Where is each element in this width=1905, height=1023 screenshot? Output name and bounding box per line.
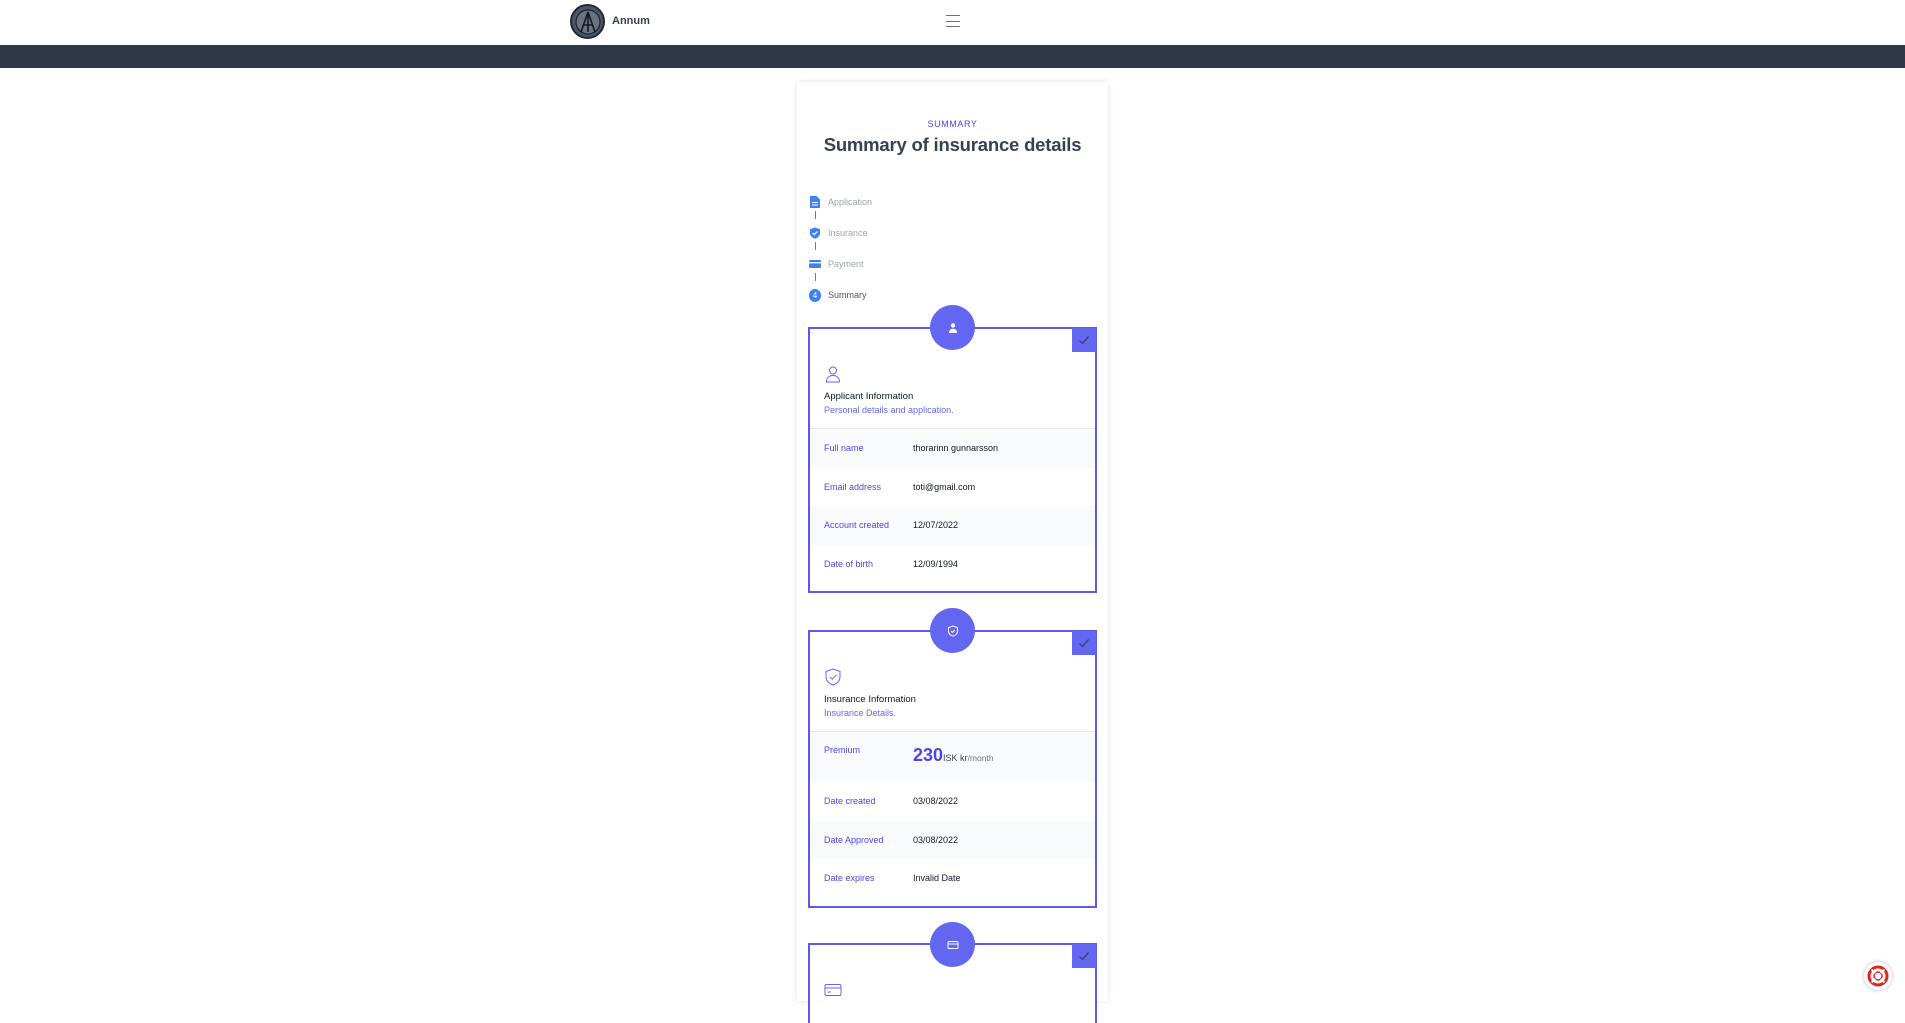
premium-amount: 230	[913, 745, 944, 765]
card-subtitle: Insurance Details.	[824, 708, 897, 718]
credit-card-icon	[809, 258, 821, 270]
step-connector	[814, 273, 816, 281]
lifebuoy-icon	[1867, 965, 1889, 987]
shield-icon	[947, 624, 958, 637]
detail-label: Date created	[824, 796, 876, 807]
header-band	[0, 45, 1905, 68]
step-number-wrap: 4	[809, 288, 821, 302]
check-icon[interactable]	[1072, 631, 1096, 655]
premium-period: /month	[967, 753, 994, 763]
detail-row: Date created 03/08/2022	[810, 782, 1095, 821]
credit-card-outline-icon	[824, 984, 842, 996]
menu-icon[interactable]	[946, 14, 960, 28]
detail-label: Full name	[824, 443, 864, 454]
detail-label: Date Approved	[824, 834, 884, 845]
detail-row: Full name thorarinn gunnarsson	[810, 429, 1095, 468]
step-label: Insurance	[828, 228, 868, 238]
detail-value: 12/09/1994	[913, 558, 959, 569]
document-icon	[809, 196, 821, 208]
detail-label: Date expires	[824, 873, 875, 884]
brand-name[interactable]: Annum	[612, 15, 650, 27]
applicant-badge[interactable]	[930, 305, 975, 350]
detail-label: Account created	[824, 520, 890, 531]
card-title: Applicant Information	[824, 391, 914, 402]
detail-value: 03/08/2022	[913, 796, 959, 807]
step-application[interactable]: Application	[809, 196, 872, 227]
premium-value: 230ISK kr/month	[913, 745, 994, 766]
detail-value: thorarinn gunnarsson	[913, 443, 999, 454]
detail-row: Date of birth 12/09/1994	[810, 545, 1095, 584]
detail-label: Date of birth	[824, 558, 874, 569]
user-icon	[948, 322, 957, 333]
shield-check-icon	[809, 227, 821, 239]
step-label: Summary	[828, 290, 867, 300]
logo-emblem-icon	[575, 9, 600, 34]
credit-card-icon	[947, 940, 958, 949]
shield-check-outline-icon	[825, 668, 841, 686]
step-label: Application	[828, 197, 873, 207]
detail-row: Account created 12/07/2022	[810, 506, 1095, 545]
user-outline-icon	[825, 366, 841, 383]
step-label: Payment	[828, 259, 864, 269]
insurance-badge[interactable]	[930, 608, 975, 653]
detail-value: 03/08/2022	[913, 834, 959, 845]
detail-label: Premium	[824, 745, 861, 755]
help-widget[interactable]	[1864, 962, 1892, 990]
detail-label: Email address	[824, 481, 882, 492]
detail-value: 12/07/2022	[913, 520, 959, 531]
step-payment[interactable]: Payment	[809, 258, 872, 289]
check-icon[interactable]	[1072, 328, 1096, 352]
progress-steps: Application Insurance Payment 4 Summary	[809, 196, 872, 320]
page-title: Summary of insurance details	[823, 134, 1082, 155]
card-title: Insurance Information	[824, 694, 916, 705]
top-navbar: Annum	[0, 0, 1905, 45]
detail-value: Invalid Date	[913, 873, 961, 884]
detail-row: Date expires Invalid Date	[810, 859, 1095, 898]
premium-currency: ISK kr	[943, 753, 968, 763]
step-summary[interactable]: 4 Summary	[809, 288, 872, 320]
detail-row: Email address toti@gmail.com	[810, 468, 1095, 507]
annum-logo[interactable]	[570, 4, 605, 39]
page-eyebrow: SUMMARY	[927, 119, 978, 129]
step-connector	[814, 211, 816, 219]
detail-row: Date Approved 03/08/2022	[810, 820, 1095, 859]
check-icon[interactable]	[1072, 944, 1096, 968]
premium-row: Premium 230ISK kr/month	[810, 732, 1095, 782]
applicant-card: Applicant Information Personal details a…	[808, 327, 1097, 593]
payment-badge[interactable]	[930, 922, 975, 967]
step-insurance[interactable]: Insurance	[809, 227, 872, 258]
summary-panel: SUMMARY Summary of insurance details App…	[797, 82, 1108, 1023]
insurance-card: Insurance Information Insurance Details.…	[808, 630, 1097, 908]
step-connector	[814, 242, 816, 250]
step-number-badge: 4	[809, 288, 821, 302]
card-subtitle: Personal details and application.	[824, 405, 954, 415]
detail-value: toti@gmail.com	[913, 481, 976, 492]
